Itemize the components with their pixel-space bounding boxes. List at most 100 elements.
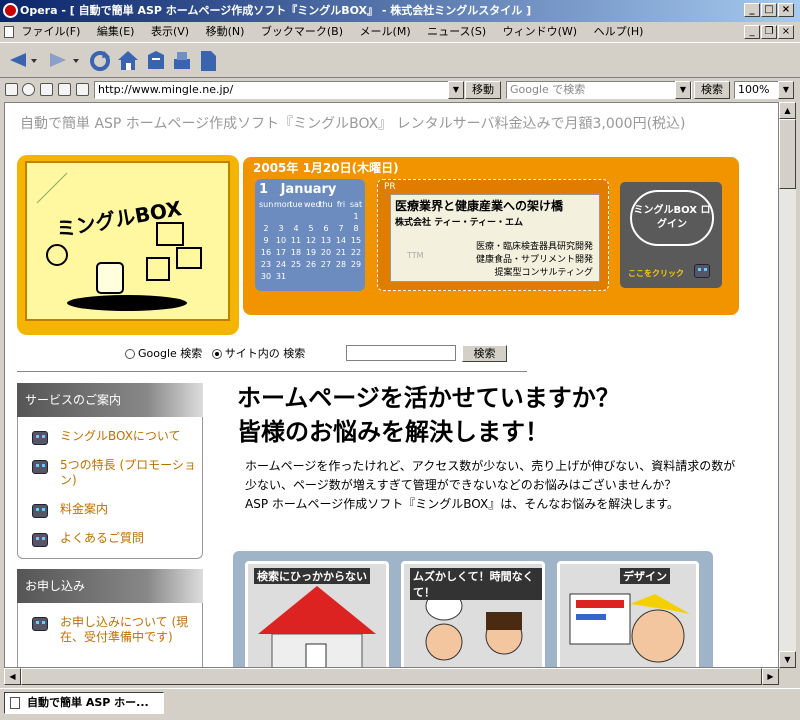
site-search-label: サイト内の 検索 xyxy=(224,347,306,360)
menu-file[interactable]: ファイル(F) xyxy=(22,25,81,38)
vertical-scrollbar[interactable]: ▲ ▼ xyxy=(779,102,796,668)
calendar-week-row: 9 10 11 12 13 14 15 xyxy=(259,235,363,247)
scroll-thumb-horizontal[interactable] xyxy=(21,668,762,685)
site-search-input[interactable] xyxy=(346,345,456,361)
calendar-week-row: 16 17 18 19 20 21 22 xyxy=(259,247,363,259)
service-link-faq[interactable]: よくあるご質問 xyxy=(18,527,202,550)
pr-line: 医療・臨床検査器具研究開発 xyxy=(475,242,593,252)
calendar-cell: 28 xyxy=(335,260,347,269)
calendar-month-number: 1 xyxy=(259,182,269,197)
scroll-down-button[interactable]: ▼ xyxy=(779,651,796,668)
menu-view[interactable]: 表示(V) xyxy=(151,25,189,38)
intro-text: ホームページを作ったけれど、アクセス数が少ない、売り上げが伸びない、資料請求の数… xyxy=(245,457,745,514)
service-link-about[interactable]: ミングルBOXについて xyxy=(18,425,202,448)
pr-ad-panel[interactable]: PR 医療業界と健康産業への架け橋 株式会社 ティー・ティー・エム 医療・臨床検… xyxy=(377,179,609,291)
calendar-cell: 4 xyxy=(293,224,299,233)
doc-minimize-button[interactable]: _ xyxy=(744,25,760,39)
pr-ad-box[interactable]: 医療業界と健康産業への架け橋 株式会社 ティー・ティー・エム 医療・臨床検査器具… xyxy=(390,194,600,282)
print-icon[interactable] xyxy=(170,49,194,73)
calendar-cell xyxy=(289,271,303,283)
search-button[interactable]: 検索 xyxy=(694,81,730,99)
calendar-cell: 27 xyxy=(320,260,332,269)
services-header: サービスのご案内 xyxy=(17,383,203,417)
hotlist-icon[interactable] xyxy=(144,49,168,73)
address-dropdown[interactable]: ▼ xyxy=(448,81,464,99)
site-search-radio[interactable] xyxy=(211,349,222,359)
home-icon[interactable] xyxy=(116,49,140,73)
calendar-cell: 8 xyxy=(353,224,359,233)
calendar-week-row: 2345678 xyxy=(259,223,363,235)
zoom-dropdown[interactable]: ▼ xyxy=(778,81,794,99)
mingle-box-logo[interactable]: ミングルBOX xyxy=(17,155,239,335)
page-tab[interactable]: 自動で簡単 ASP ホー... xyxy=(4,692,164,714)
go-button[interactable]: 移動 xyxy=(465,81,501,99)
forward-dropdown-icon[interactable] xyxy=(72,49,80,71)
back-dropdown-icon[interactable] xyxy=(30,49,38,71)
menu-navigate[interactable]: 移動(N) xyxy=(206,25,245,38)
close-button[interactable]: × xyxy=(778,3,794,17)
login-caption: ここをクリック xyxy=(628,269,684,278)
apply-header: お申し込み xyxy=(17,569,203,603)
doc-restore-button[interactable]: ❐ xyxy=(761,25,777,39)
back-arrow-icon[interactable] xyxy=(6,49,28,71)
pr-title: 医療業界と健康産業への架け橋 xyxy=(395,199,564,213)
menu-mail[interactable]: メール(M) xyxy=(360,25,411,38)
pr-line: 健康食品・サプリメント開発 xyxy=(475,255,593,265)
blank-page-icon[interactable] xyxy=(76,83,89,96)
calendar-cell xyxy=(349,271,363,283)
site-search-button[interactable]: 検索 xyxy=(462,345,507,362)
calendar-widget[interactable]: 1 January sun mon tue wed thu fri sat 1 2 3 4 5 6 7 8 9… xyxy=(255,179,365,291)
address-input[interactable]: http://www.mingle.ne.jp/ xyxy=(94,81,464,99)
calendar-weekdays: sun mon tue wed thu fri sat xyxy=(259,199,363,211)
search-input[interactable]: Google で検索 xyxy=(506,81,692,99)
lock-icon[interactable] xyxy=(5,83,18,96)
calendar-cell xyxy=(304,271,318,283)
problem-card[interactable]: ムズかしくて！時間なくて！ xyxy=(401,561,545,667)
search-engine-dropdown[interactable]: ▼ xyxy=(675,81,691,99)
site-search: Google 検索 サイト内の 検索 検索 xyxy=(125,345,525,363)
forward-arrow-icon[interactable] xyxy=(48,49,70,71)
scroll-left-button[interactable]: ◀ xyxy=(4,668,21,685)
apply-link[interactable]: お申し込みについて (現在、受付準備中です) xyxy=(18,611,202,649)
doc-close-button[interactable]: × xyxy=(778,25,794,39)
document-icon xyxy=(10,697,20,709)
calendar-cell: 29 xyxy=(350,260,362,269)
horizontal-scrollbar[interactable]: ◀ ▶ xyxy=(4,668,779,685)
service-link-features[interactable]: 5つの特長 (プロモーション) xyxy=(18,454,202,492)
robot-icon xyxy=(32,617,48,631)
calendar-cell xyxy=(304,211,318,223)
problem-card[interactable]: デザイン xyxy=(557,561,699,667)
reload-icon[interactable] xyxy=(88,49,112,73)
scroll-thumb[interactable] xyxy=(779,119,796,189)
calendar-cell: 19 xyxy=(305,248,317,257)
camera-icon[interactable] xyxy=(22,83,35,96)
calendar-cell: 2 xyxy=(263,224,269,233)
document-page-icon[interactable] xyxy=(196,49,220,73)
menu-news[interactable]: ニュース(S) xyxy=(427,25,486,38)
login-button[interactable]: ミングルBOX ログイン ここをクリック xyxy=(617,179,725,291)
pr-company: 株式会社 ティー・ティー・エム xyxy=(395,218,524,228)
problem-card[interactable]: 検索にひっかからない xyxy=(245,561,389,667)
current-date: 2005年 1月20日(木曜日) xyxy=(253,161,399,175)
scroll-right-button[interactable]: ▶ xyxy=(762,668,779,685)
top-banner: ミングルBOX 2005年 1月20日(木曜日) 1 January sun mo… xyxy=(17,155,739,335)
minimize-button[interactable]: _ xyxy=(744,3,760,17)
service-link-pricing[interactable]: 料金案内 xyxy=(18,498,202,521)
address-toolbar: http://www.mingle.ne.jp/ ▼ 移動 Google で検索… xyxy=(0,79,800,101)
intro-paragraph: ASP ホームページ作成ソフト『ミングルBOX』は、そんなお悩みを解決します。 xyxy=(245,497,679,511)
calendar-cell: 18 xyxy=(290,248,302,257)
google-search-radio[interactable] xyxy=(125,349,135,359)
page-info-icon[interactable] xyxy=(58,83,71,96)
scroll-up-button[interactable]: ▲ xyxy=(779,102,796,119)
logo-illustration xyxy=(25,161,230,321)
intro-paragraph: ホームページを作ったけれど、アクセス数が少ない、売り上げが伸びない、資料請求の数… xyxy=(245,459,736,492)
menu-window[interactable]: ウィンドウ(W) xyxy=(503,25,577,38)
menu-bar: ファイル(F) 編集(E) 表示(V) 移動(N) ブックマーク(B) メール(… xyxy=(0,22,800,42)
calendar-cell: 5 xyxy=(308,224,314,233)
document-icon xyxy=(4,26,14,38)
page-icon[interactable] xyxy=(40,83,53,96)
menu-edit[interactable]: 編集(E) xyxy=(97,25,135,38)
maximize-button[interactable]: □ xyxy=(761,3,777,17)
menu-help[interactable]: ヘルプ(H) xyxy=(594,25,644,38)
menu-bookmarks[interactable]: ブックマーク(B) xyxy=(261,25,343,38)
